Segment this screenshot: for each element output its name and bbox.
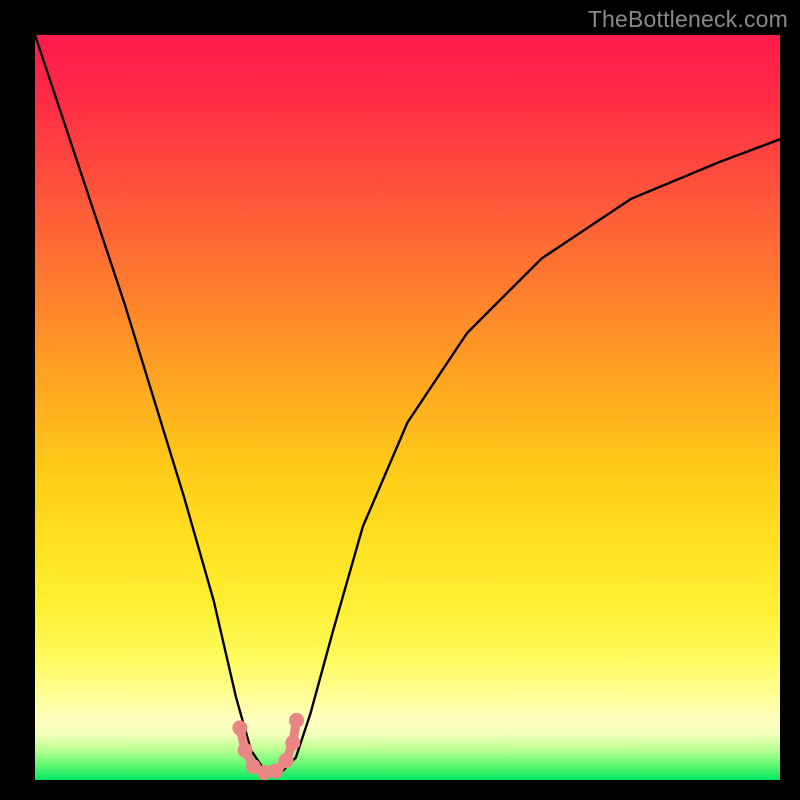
valley-marker-dot <box>289 713 304 728</box>
valley-marker-dot <box>279 753 294 768</box>
bottleneck-curve <box>35 35 780 773</box>
chart-frame: TheBottleneck.com <box>0 0 800 800</box>
valley-marker-dot <box>285 735 300 750</box>
curve-layer <box>35 35 780 780</box>
plot-area <box>35 35 780 780</box>
valley-marker-dot <box>238 743 253 758</box>
valley-marker-dot <box>232 720 247 735</box>
watermark-text: TheBottleneck.com <box>588 6 788 33</box>
valley-marker <box>232 713 304 780</box>
